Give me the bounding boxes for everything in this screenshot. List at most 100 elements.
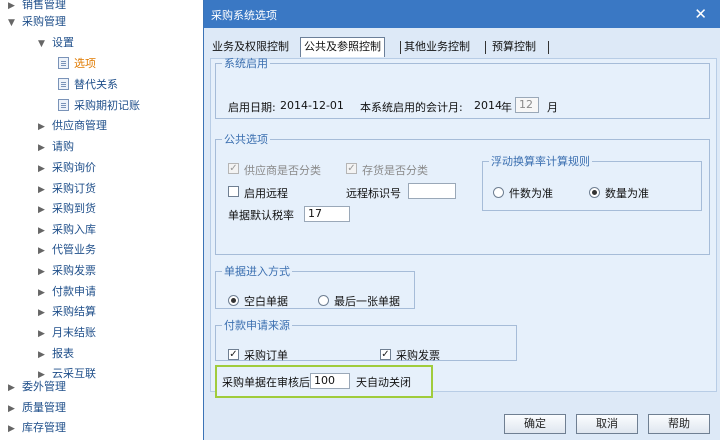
nav-item-inquiry[interactable]: ▶ 采购询价	[38, 159, 96, 177]
nav-item-settlement[interactable]: ▶ 采购结算	[38, 303, 96, 321]
nav-item-stock-in[interactable]: ▶ 采购入库	[38, 221, 96, 239]
nav-item-label: 采购询价	[52, 161, 96, 174]
purchase-order-label: 采购订单	[244, 349, 288, 362]
nav-item-purchase[interactable]: ▼ 采购管理	[8, 13, 66, 31]
vendor-classify-checkbox[interactable]: ✓	[228, 163, 239, 174]
enable-remote-checkbox[interactable]	[228, 186, 239, 197]
common-options-group: 公共选项 ✓ 供应商是否分类 ✓ 存货是否分类 启用远程 远程标识号 单据默认税…	[215, 131, 710, 255]
inventory-classify-checkbox[interactable]: ✓	[346, 163, 357, 174]
document-icon	[58, 57, 69, 69]
nav-item-reports[interactable]: ▶ 报表	[38, 345, 74, 363]
piece-label: 件数为准	[509, 187, 553, 200]
nav-item-label: 报表	[52, 347, 74, 360]
nav-item-supplier[interactable]: ▶ 供应商管理	[38, 117, 107, 135]
payment-source-legend: 付款申请来源	[224, 319, 290, 332]
chevron-right-icon: ▶	[38, 164, 45, 174]
nav-item-label: 采购结算	[52, 305, 96, 318]
auto-close-days-input[interactable]: 100	[310, 373, 350, 389]
nav-item-label: 设置	[52, 36, 74, 49]
tab-divider	[400, 41, 401, 54]
document-icon	[58, 78, 69, 90]
nav-item-arrival[interactable]: ▶ 采购到货	[38, 200, 96, 218]
default-tax-input[interactable]: 17	[304, 206, 350, 222]
nav-item-label: 库存管理	[22, 421, 66, 434]
chevron-down-icon: ▼	[8, 18, 15, 28]
chevron-right-icon: ▶	[8, 404, 15, 414]
blank-doc-label: 空白单据	[244, 295, 288, 308]
nav-item-label: 委外管理	[22, 380, 66, 393]
nav-item-label: 供应商管理	[52, 119, 107, 132]
start-date-label: 启用日期:	[228, 101, 276, 114]
auto-close-highlight: 采购单据在审核后 100 天自动关闭	[215, 365, 433, 398]
nav-item-inventory[interactable]: ▶ 库存管理	[8, 419, 66, 437]
nav-item-order[interactable]: ▶ 采购订货	[38, 180, 96, 198]
nav-item-opening-account[interactable]: 采购期初记账	[58, 97, 140, 115]
nav-item-settings[interactable]: ▼ 设置	[38, 34, 74, 52]
tab-business-permission[interactable]: 业务及权限控制	[212, 38, 289, 56]
float-rule-legend: 浮动换算率计算规则	[491, 155, 590, 168]
dialog-body: 业务及权限控制 公共及参照控制 其他业务控制 预算控制 系统启用 启用日期: 2…	[204, 28, 720, 440]
vendor-classify-label: 供应商是否分类	[244, 164, 321, 177]
nav-item-month-end[interactable]: ▶ 月末结账	[38, 324, 96, 342]
help-button[interactable]: 帮助	[648, 414, 710, 434]
nav-item-requisition[interactable]: ▶ 请购	[38, 138, 74, 156]
chevron-down-icon: ▼	[38, 39, 45, 49]
close-icon[interactable]: ✕	[694, 5, 707, 23]
auto-close-suffix: 天自动关闭	[356, 376, 411, 389]
chevron-right-icon: ▶	[38, 226, 45, 236]
purchase-order-checkbox[interactable]: ✓	[228, 349, 239, 360]
last-doc-radio[interactable]	[318, 295, 329, 306]
chevron-right-icon: ▶	[38, 122, 45, 132]
chevron-right-icon: ▶	[38, 308, 45, 318]
purchase-invoice-checkbox[interactable]: ✓	[380, 349, 391, 360]
nav-item-consignment[interactable]: ▶ 代管业务	[38, 241, 96, 259]
nav-item-payment-request[interactable]: ▶ 付款申请	[38, 283, 96, 301]
nav-item-sales[interactable]: ▶ 销售管理	[8, 0, 66, 14]
tab-divider	[485, 41, 486, 54]
start-month-input[interactable]: 12	[515, 97, 539, 113]
start-year-value: 2014	[474, 99, 502, 112]
period-label: 本系统启用的会计月:	[360, 101, 463, 114]
nav-item-label: 代管业务	[52, 243, 96, 256]
cancel-button[interactable]: 取消	[576, 414, 638, 434]
float-rule-group: 浮动换算率计算规则 件数为准 数量为准	[482, 153, 702, 211]
start-date-value: 2014-12-01	[280, 99, 344, 112]
enable-remote-label: 启用远程	[244, 187, 288, 200]
purchase-invoice-label: 采购发票	[396, 349, 440, 362]
nav-item-label: 采购订货	[52, 182, 96, 195]
nav-item-quality[interactable]: ▶ 质量管理	[8, 399, 66, 417]
tab-other-business[interactable]: 其他业务控制	[404, 38, 470, 56]
piece-radio[interactable]	[493, 187, 504, 198]
purchase-options-dialog: 采购系统选项 ✕ 业务及权限控制 公共及参照控制 其他业务控制 预算控制 系统启…	[203, 0, 720, 440]
system-enable-legend: 系统启用	[224, 57, 268, 70]
nav-item-label: 采购入库	[52, 223, 96, 236]
nav-item-label: 质量管理	[22, 401, 66, 414]
nav-item-label: 采购到货	[52, 202, 96, 215]
doc-entry-group: 单据进入方式 空白单据 最后一张单据	[215, 263, 415, 309]
nav-item-label: 采购管理	[22, 15, 66, 28]
blank-doc-radio[interactable]	[228, 295, 239, 306]
nav-item-label: 选项	[74, 57, 96, 70]
nav-item-outsourcing[interactable]: ▶ 委外管理	[8, 378, 66, 396]
nav-item-label: 销售管理	[22, 0, 66, 11]
dialog-titlebar[interactable]: 采购系统选项 ✕	[204, 0, 720, 28]
nav-item-options[interactable]: 选项	[58, 55, 96, 73]
quantity-radio[interactable]	[589, 187, 600, 198]
tab-common-reference[interactable]: 公共及参照控制	[300, 37, 385, 57]
nav-item-invoice[interactable]: ▶ 采购发票	[38, 262, 96, 280]
common-options-legend: 公共选项	[224, 133, 268, 146]
system-enable-group: 系统启用 启用日期: 2014-12-01 本系统启用的会计月: 2014 年 …	[215, 55, 710, 119]
ok-button[interactable]: 确定	[504, 414, 566, 434]
default-tax-label: 单据默认税率	[228, 209, 294, 222]
remote-id-input[interactable]	[408, 183, 456, 199]
button-bar: 确定 取消 帮助	[204, 410, 720, 440]
nav-item-label: 采购发票	[52, 264, 96, 277]
tab-budget[interactable]: 预算控制	[492, 38, 536, 56]
year-unit: 年	[501, 101, 512, 114]
chevron-right-icon: ▶	[8, 424, 15, 434]
nav-item-label: 采购期初记账	[74, 99, 140, 112]
nav-item-substitute[interactable]: 替代关系	[58, 76, 118, 94]
nav-item-label: 付款申请	[52, 285, 96, 298]
chevron-right-icon: ▶	[38, 185, 45, 195]
nav-item-label: 请购	[52, 140, 74, 153]
